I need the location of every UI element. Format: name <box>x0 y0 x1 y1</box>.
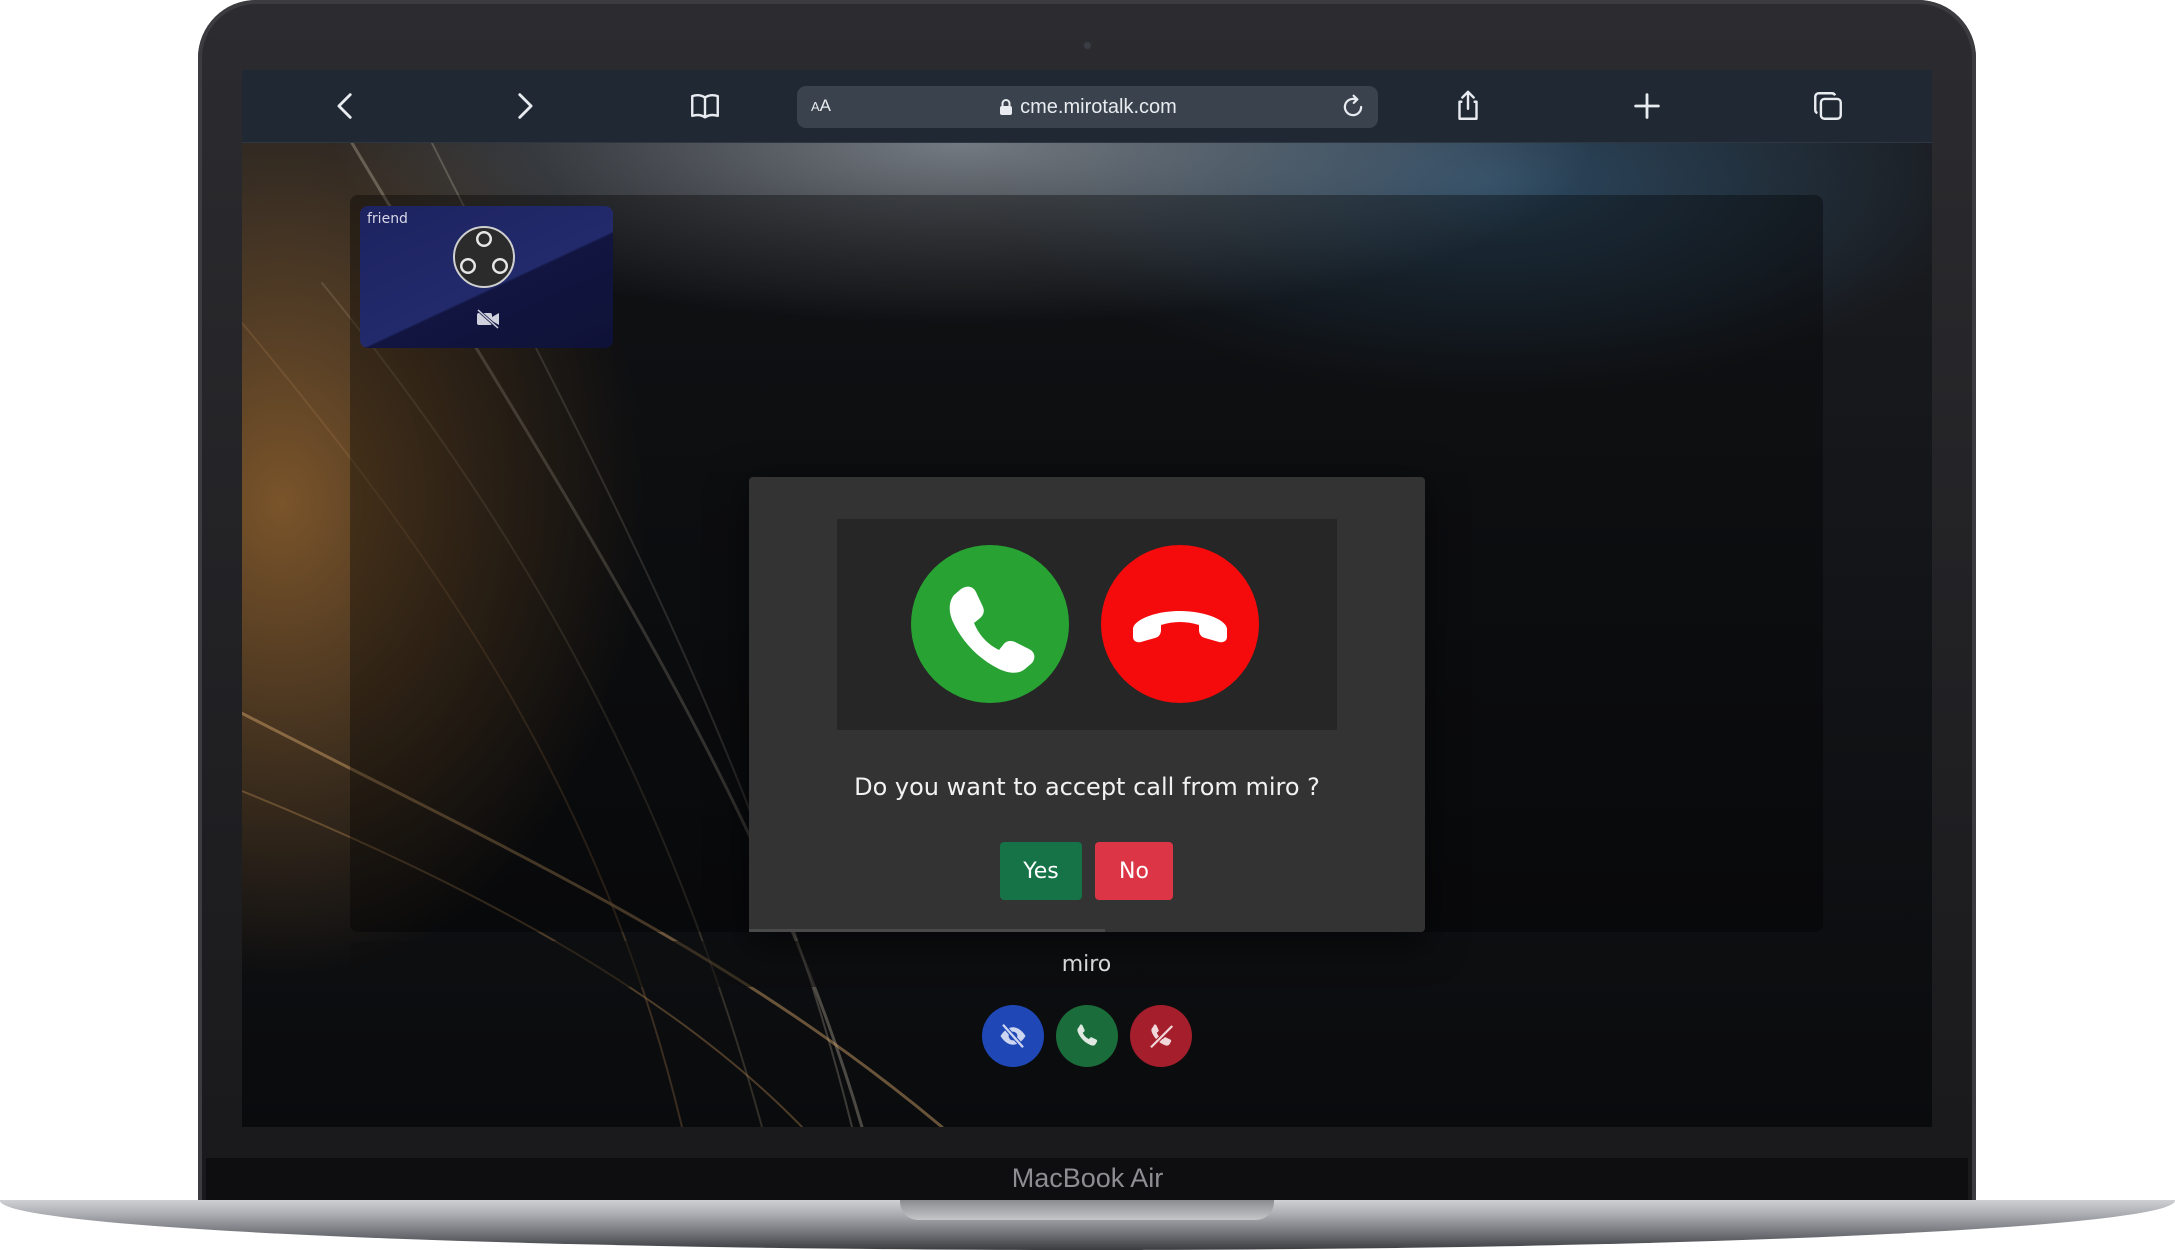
laptop-screen: AA cme.mirotalk.com friend miro Do you w… <box>242 70 1932 1127</box>
incoming-call-dialog: Do you want to accept call from miro ? Y… <box>749 477 1425 932</box>
phone-slash-icon <box>1149 1024 1174 1049</box>
forward-icon[interactable] <box>504 86 544 126</box>
call-page: friend miro Do you want to accept call f… <box>242 143 1932 1127</box>
bookmarks-icon[interactable] <box>685 86 725 126</box>
video-off-icon <box>476 308 500 330</box>
phone-icon <box>1077 1024 1098 1046</box>
reader-mode-button[interactable]: AA <box>811 96 831 116</box>
share-icon[interactable] <box>1448 86 1488 126</box>
caller-name-bar: miro <box>350 941 1823 987</box>
tabs-icon[interactable] <box>1808 86 1848 126</box>
hide-me-button[interactable] <box>982 1005 1044 1067</box>
lock-icon <box>1000 99 1013 115</box>
eye-slash-icon <box>1000 1023 1026 1049</box>
caller-name: miro <box>1061 951 1112 977</box>
url-text: cme.mirotalk.com <box>1020 95 1177 118</box>
call-image-panel <box>837 519 1337 730</box>
accept-call-icon <box>911 545 1069 703</box>
obs-logo-icon <box>453 226 515 288</box>
back-icon[interactable] <box>326 86 366 126</box>
new-tab-icon[interactable] <box>1627 86 1667 126</box>
decline-button[interactable]: No <box>1095 842 1173 900</box>
decline-call-icon <box>1101 545 1259 703</box>
peer-name-label: friend <box>367 211 408 227</box>
local-video-thumbnail[interactable]: friend <box>360 206 613 348</box>
end-call-button[interactable] <box>1130 1005 1192 1067</box>
call-button[interactable] <box>1056 1005 1118 1067</box>
device-label: MacBook Air <box>1011 1163 1164 1193</box>
call-question-text: Do you want to accept call from miro ? <box>854 773 1320 801</box>
reload-icon[interactable] <box>1338 92 1368 122</box>
laptop-hinge-notch <box>900 1200 1274 1220</box>
browser-toolbar: AA cme.mirotalk.com <box>242 70 1932 143</box>
accept-button[interactable]: Yes <box>1000 842 1082 900</box>
webcam-dot <box>1082 40 1093 51</box>
address-bar[interactable]: AA cme.mirotalk.com <box>797 86 1378 128</box>
dialog-timer-bar <box>749 929 1105 932</box>
